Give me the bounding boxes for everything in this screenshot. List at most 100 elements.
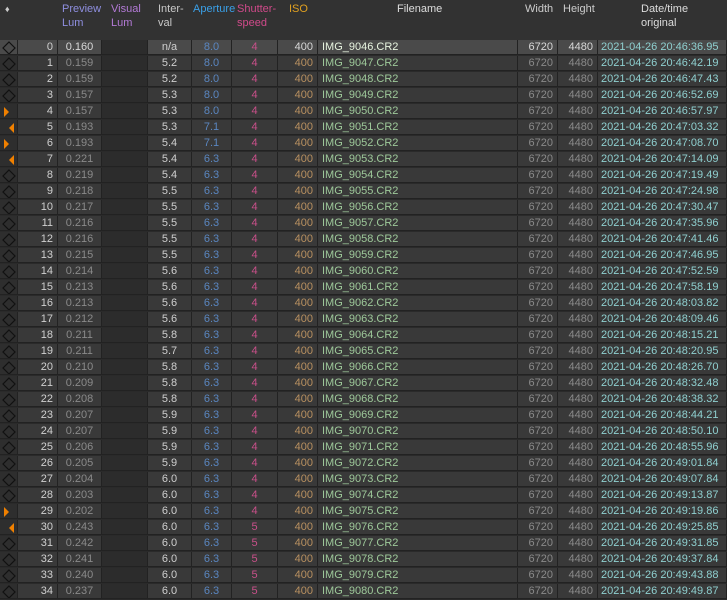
keyframe-marker[interactable] (0, 136, 18, 151)
header-aperture[interactable]: Aperture (193, 2, 235, 16)
keyframe-marker[interactable] (0, 104, 18, 119)
keyframe-marker[interactable] (0, 392, 18, 407)
table-row[interactable]: 13 0.215 5.5 6.3 4 400 IMG_9059.CR2 6720 4480 202… (0, 248, 727, 264)
keyframe-marker[interactable] (0, 584, 18, 599)
keyframe-marker[interactable] (0, 552, 18, 567)
keyframe-marker[interactable] (0, 408, 18, 423)
keyframe-marker[interactable] (0, 456, 18, 471)
keyframe-marker[interactable] (0, 424, 18, 439)
filename-cell: IMG_9078.CR2 (318, 552, 518, 567)
visual-lum-cell (102, 72, 148, 87)
shutter-speed-cell: 4 (232, 296, 278, 311)
keyframe-marker[interactable] (0, 216, 18, 231)
table-row[interactable]: 2 0.159 5.2 8.0 4 400 IMG_9048.CR2 6720 4480 2021… (0, 72, 727, 88)
table-row[interactable]: 1 0.159 5.2 8.0 4 400 IMG_9047.CR2 6720 4480 2021… (0, 56, 727, 72)
keyframe-marker[interactable] (0, 328, 18, 343)
table-row[interactable]: 25 0.206 5.9 6.3 4 400 IMG_9071.CR2 6720 4480 202… (0, 440, 727, 456)
table-row[interactable]: 11 0.216 5.5 6.3 4 400 IMG_9057.CR2 6720 4480 202… (0, 216, 727, 232)
keyframe-marker[interactable] (0, 312, 18, 327)
iso-cell: 400 (278, 152, 318, 167)
header-preview-lum[interactable]: Preview Lum (62, 2, 101, 30)
keyframe-marker[interactable] (0, 504, 18, 519)
table-row[interactable]: 16 0.213 5.6 6.3 4 400 IMG_9062.CR2 6720 4480 202… (0, 296, 727, 312)
table-row[interactable]: 33 0.240 6.0 6.3 5 400 IMG_9079.CR2 6720 4480 202… (0, 568, 727, 584)
table-row[interactable]: 23 0.207 5.9 6.3 4 400 IMG_9069.CR2 6720 4480 202… (0, 408, 727, 424)
keyframe-end-arrow-icon (9, 155, 14, 165)
preview-lum-cell: 0.207 (58, 408, 102, 423)
header-shutter-speed[interactable]: Shutter-speed (237, 2, 276, 30)
keyframe-marker[interactable] (0, 120, 18, 135)
header-width[interactable]: Width (525, 2, 553, 16)
keyframe-marker[interactable] (0, 344, 18, 359)
keyframe-marker[interactable] (0, 360, 18, 375)
header-height[interactable]: Height (563, 2, 595, 16)
keyframe-marker[interactable] (0, 88, 18, 103)
keyframe-marker[interactable] (0, 40, 18, 55)
width-cell: 6720 (518, 360, 558, 375)
keyframe-marker[interactable] (0, 520, 18, 535)
table-row[interactable]: 29 0.202 6.0 6.3 4 400 IMG_9075.CR2 6720 4480 202… (0, 504, 727, 520)
table-row[interactable]: 7 0.221 5.4 6.3 4 400 IMG_9053.CR2 6720 4480 2021… (0, 152, 727, 168)
header-iso[interactable]: ISO (289, 2, 308, 16)
keyframe-marker[interactable] (0, 56, 18, 71)
keyframe-marker[interactable] (0, 168, 18, 183)
table-row[interactable]: 15 0.213 5.6 6.3 4 400 IMG_9061.CR2 6720 4480 202… (0, 280, 727, 296)
header-datetime[interactable]: Date/time original (641, 2, 688, 30)
table-row[interactable]: 12 0.216 5.5 6.3 4 400 IMG_9058.CR2 6720 4480 202… (0, 232, 727, 248)
table-row[interactable]: 32 0.241 6.0 6.3 5 400 IMG_9078.CR2 6720 4480 202… (0, 552, 727, 568)
table-row[interactable]: 28 0.203 6.0 6.3 4 400 IMG_9074.CR2 6720 4480 202… (0, 488, 727, 504)
keyframe-marker[interactable] (0, 248, 18, 263)
table-row[interactable]: 17 0.212 5.6 6.3 4 400 IMG_9063.CR2 6720 4480 202… (0, 312, 727, 328)
interval-cell: 6.0 (148, 552, 192, 567)
table-row[interactable]: 0 0.160 n/a 8.0 4 400 IMG_9046.CR2 6720 4480 2021… (0, 40, 727, 56)
interval-cell: 5.4 (148, 168, 192, 183)
table-row[interactable]: 5 0.193 5.3 7.1 4 400 IMG_9051.CR2 6720 4480 2021… (0, 120, 727, 136)
interval-cell: 5.8 (148, 360, 192, 375)
keyframe-marker[interactable] (0, 568, 18, 583)
height-cell: 4480 (558, 264, 598, 279)
header-filename[interactable]: Filename (397, 2, 442, 16)
table-row[interactable]: 19 0.211 5.7 6.3 4 400 IMG_9065.CR2 6720 4480 202… (0, 344, 727, 360)
table-row[interactable]: 14 0.214 5.6 6.3 4 400 IMG_9060.CR2 6720 4480 202… (0, 264, 727, 280)
table-row[interactable]: 22 0.208 5.8 6.3 4 400 IMG_9068.CR2 6720 4480 202… (0, 392, 727, 408)
keyframe-marker[interactable] (0, 200, 18, 215)
interval-cell: 5.8 (148, 392, 192, 407)
header-visual-lum[interactable]: Visual Lum (111, 2, 141, 30)
table-row[interactable]: 3 0.157 5.3 8.0 4 400 IMG_9049.CR2 6720 4480 2021… (0, 88, 727, 104)
table-row[interactable]: 27 0.204 6.0 6.3 4 400 IMG_9073.CR2 6720 4480 202… (0, 472, 727, 488)
table-row[interactable]: 4 0.157 5.3 8.0 4 400 IMG_9050.CR2 6720 4480 2021… (0, 104, 727, 120)
table-row[interactable]: 20 0.210 5.8 6.3 4 400 IMG_9066.CR2 6720 4480 202… (0, 360, 727, 376)
keyframe-marker[interactable] (0, 280, 18, 295)
width-cell: 6720 (518, 552, 558, 567)
keyframe-marker[interactable] (0, 536, 18, 551)
table-row[interactable]: 24 0.207 5.9 6.3 4 400 IMG_9070.CR2 6720 4480 202… (0, 424, 727, 440)
keyframe-marker[interactable] (0, 264, 18, 279)
keyframe-marker[interactable] (0, 232, 18, 247)
table-row[interactable]: 6 0.193 5.4 7.1 4 400 IMG_9052.CR2 6720 4480 2021… (0, 136, 727, 152)
keyframe-marker[interactable] (0, 296, 18, 311)
preview-lum-cell: 0.157 (58, 104, 102, 119)
header-keyframe-column[interactable]: ♦ (5, 2, 10, 16)
table-row[interactable]: 18 0.211 5.8 6.3 4 400 IMG_9064.CR2 6720 4480 202… (0, 328, 727, 344)
keyframe-marker[interactable] (0, 440, 18, 455)
width-cell: 6720 (518, 440, 558, 455)
table-row[interactable]: 21 0.209 5.8 6.3 4 400 IMG_9067.CR2 6720 4480 202… (0, 376, 727, 392)
keyframe-marker[interactable] (0, 72, 18, 87)
table-row[interactable]: 26 0.205 5.9 6.3 4 400 IMG_9072.CR2 6720 4480 202… (0, 456, 727, 472)
keyframe-marker[interactable] (0, 472, 18, 487)
keyframe-diamond-icon (2, 249, 16, 262)
iso-cell: 400 (278, 72, 318, 87)
interval-cell: 5.4 (148, 136, 192, 151)
table-row[interactable]: 31 0.242 6.0 6.3 5 400 IMG_9077.CR2 6720 4480 202… (0, 536, 727, 552)
header-interval[interactable]: Inter-val (158, 2, 184, 30)
table-row[interactable]: 30 0.243 6.0 6.3 5 400 IMG_9076.CR2 6720 4480 202… (0, 520, 727, 536)
keyframe-marker[interactable] (0, 376, 18, 391)
keyframe-marker[interactable] (0, 184, 18, 199)
table-row[interactable]: 8 0.219 5.4 6.3 4 400 IMG_9054.CR2 6720 4480 2021… (0, 168, 727, 184)
table-row[interactable]: 10 0.217 5.5 6.3 4 400 IMG_9056.CR2 6720 4480 202… (0, 200, 727, 216)
keyframe-marker[interactable] (0, 152, 18, 167)
preview-lum-cell: 0.211 (58, 344, 102, 359)
width-cell: 6720 (518, 456, 558, 471)
table-row[interactable]: 9 0.218 5.5 6.3 4 400 IMG_9055.CR2 6720 4480 2021… (0, 184, 727, 200)
keyframe-marker[interactable] (0, 488, 18, 503)
